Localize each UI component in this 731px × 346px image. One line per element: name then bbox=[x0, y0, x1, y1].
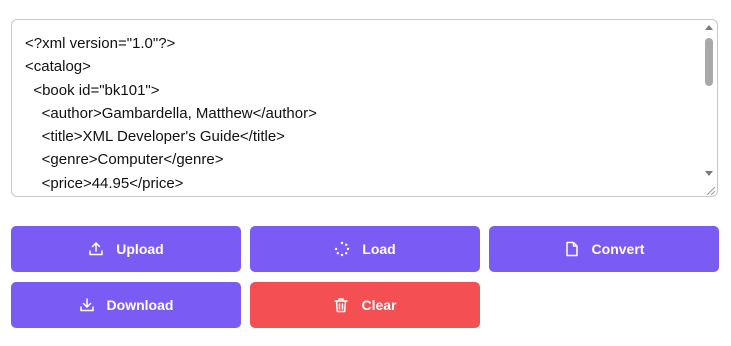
upload-button[interactable]: Upload bbox=[11, 226, 241, 272]
code-line: <catalog> bbox=[25, 58, 91, 76]
scroll-up-arrow-icon[interactable] bbox=[705, 25, 713, 30]
vertical-scrollbar[interactable] bbox=[701, 20, 717, 196]
download-button-label: Download bbox=[106, 297, 174, 313]
code-line: <title>XML Developer's Guide</title> bbox=[25, 128, 285, 146]
file-icon bbox=[564, 241, 580, 257]
code-line: <book id="bk101"> bbox=[25, 81, 160, 99]
convert-button[interactable]: Convert bbox=[489, 226, 719, 272]
xml-content: <?xml version="1.0"?> <catalog> <book id… bbox=[25, 32, 693, 195]
load-button[interactable]: Load bbox=[250, 226, 480, 272]
upload-icon bbox=[88, 241, 104, 257]
code-line: <genre>Computer</genre> bbox=[25, 151, 224, 169]
load-button-label: Load bbox=[362, 241, 396, 257]
clear-button-label: Clear bbox=[361, 297, 397, 313]
resize-handle-icon[interactable] bbox=[704, 183, 716, 196]
download-button[interactable]: Download bbox=[11, 282, 241, 328]
code-line: <price>44.95</price> bbox=[25, 174, 184, 192]
scroll-down-arrow-icon[interactable] bbox=[705, 171, 713, 176]
xml-input-textarea[interactable]: <?xml version="1.0"?> <catalog> <book id… bbox=[11, 19, 718, 197]
clear-button[interactable]: Clear bbox=[250, 282, 480, 328]
scroll-thumb[interactable] bbox=[705, 38, 713, 86]
spinner-icon bbox=[334, 241, 350, 257]
code-line: <?xml version="1.0"?> bbox=[25, 35, 176, 52]
convert-button-label: Convert bbox=[591, 241, 645, 257]
download-icon bbox=[79, 297, 95, 313]
trash-icon bbox=[333, 297, 349, 313]
upload-button-label: Upload bbox=[116, 241, 164, 257]
code-line: <author>Gambardella, Matthew</author> bbox=[25, 104, 317, 122]
